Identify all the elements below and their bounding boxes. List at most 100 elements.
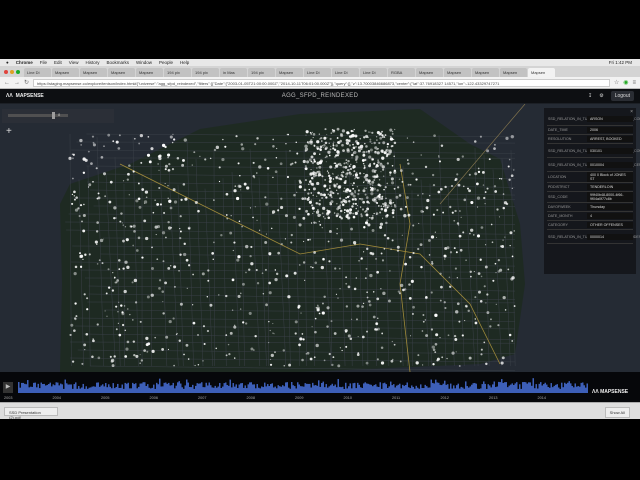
incident-point <box>78 214 81 218</box>
incident-point <box>310 192 313 194</box>
incident-point <box>359 197 361 200</box>
maximize-window-button[interactable] <box>16 70 20 74</box>
browser-tab[interactable]: Line Di <box>360 68 387 77</box>
menu-window[interactable]: Window <box>136 60 152 65</box>
menu-help[interactable]: Help <box>180 60 189 65</box>
browser-tab[interactable]: 194 pix <box>248 68 275 77</box>
incident-point <box>367 223 371 227</box>
incident-point <box>361 335 365 339</box>
menu-history[interactable]: History <box>85 60 99 65</box>
menu-view[interactable]: View <box>69 60 79 65</box>
timeline-bar <box>57 382 59 393</box>
incident-point <box>249 207 252 209</box>
map-canvas[interactable]: 8 + × SSD_RELATION_IN_TURB_PUBLIC_SAFE_W… <box>0 104 640 372</box>
filter-slider-thumb[interactable] <box>52 112 55 119</box>
timeline-bar <box>400 388 402 393</box>
browser-tab[interactable]: Mapsen <box>276 68 303 77</box>
menu-file[interactable]: File <box>40 60 47 65</box>
browser-tab[interactable]: Mapsen <box>528 68 555 77</box>
incident-point <box>371 229 375 232</box>
url-input[interactable]: https://staging.mapsense.co/explore/teni… <box>33 78 610 87</box>
reload-icon[interactable]: ↻ <box>24 79 29 86</box>
browser-tab[interactable]: Mapsen <box>444 68 471 77</box>
incident-point <box>391 132 394 135</box>
close-window-button[interactable] <box>4 70 8 74</box>
incident-point <box>165 236 167 239</box>
star-icon[interactable]: ☆ <box>614 79 619 86</box>
timeline-bar <box>454 388 456 393</box>
timeline-bar <box>535 384 537 393</box>
incident-point <box>316 306 320 310</box>
incident-point <box>480 226 484 229</box>
close-icon[interactable]: × <box>630 109 633 115</box>
incident-point <box>321 197 324 199</box>
timeline-bar <box>22 382 24 393</box>
detail-key: CATEGORY <box>548 223 568 227</box>
menu-icon[interactable]: ≡ <box>632 80 636 86</box>
incident-point <box>389 174 391 176</box>
browser-tab[interactable]: 194 pix <box>192 68 219 77</box>
timeline-bar <box>229 379 231 393</box>
timeline-bar <box>91 386 93 393</box>
browser-tab[interactable]: 194 pix <box>164 68 191 77</box>
incident-point <box>381 156 385 160</box>
timeline-bar <box>396 385 398 393</box>
incident-point <box>174 285 176 288</box>
incident-point <box>165 335 169 339</box>
incident-point <box>283 365 285 367</box>
browser-tab[interactable]: Mapsen <box>108 68 135 77</box>
show-all-downloads-button[interactable]: Show All <box>604 407 630 418</box>
incident-point <box>501 356 505 360</box>
incident-point <box>412 305 415 309</box>
incident-point <box>134 301 138 304</box>
timeline-bar <box>352 383 354 393</box>
menu-chrome[interactable]: Chrome <box>16 60 33 65</box>
menu-people[interactable]: People <box>159 60 173 65</box>
incident-point <box>246 186 250 190</box>
incident-point <box>502 193 505 195</box>
browser-tab[interactable]: in Mas <box>220 68 247 77</box>
menu-edit[interactable]: Edit <box>54 60 62 65</box>
incident-point <box>289 150 291 152</box>
timeline-bar <box>34 382 36 393</box>
browser-tab[interactable]: Mapsen <box>500 68 527 77</box>
browser-tab[interactable]: Mapsen <box>472 68 499 77</box>
incident-point <box>92 143 96 147</box>
forward-icon[interactable]: → <box>14 80 20 86</box>
download-icon[interactable]: ↧ <box>588 93 592 99</box>
timeline-histogram[interactable] <box>18 377 590 393</box>
incident-point <box>431 173 435 177</box>
timeline-bar <box>399 383 401 393</box>
incident-point <box>322 302 324 305</box>
browser-tab[interactable]: Mapsen <box>80 68 107 77</box>
logout-button[interactable]: Logout <box>610 91 634 101</box>
minimize-window-button[interactable] <box>10 70 14 74</box>
browser-tab[interactable]: Mapsen <box>136 68 163 77</box>
zoom-in-button[interactable]: + <box>6 126 12 137</box>
timeline-bar <box>27 380 29 393</box>
browser-tab[interactable]: RGBA <box>388 68 415 77</box>
gear-icon[interactable]: ⚙ <box>599 93 603 99</box>
apple-icon[interactable]: ● <box>6 60 9 65</box>
browser-tab[interactable]: Mapsen <box>416 68 443 77</box>
download-item[interactable]: SSD Presentation (2).pdf <box>4 407 58 419</box>
incident-point <box>293 193 296 197</box>
play-button[interactable]: ▶ <box>3 382 13 393</box>
browser-tab[interactable]: Mapsen <box>52 68 79 77</box>
incident-point <box>305 209 309 213</box>
browser-tab[interactable]: Line Di <box>332 68 359 77</box>
timeline[interactable]: ▶ 2003 2004 2005 2006 2007 2008 2009 2010 2011 20… <box>0 372 640 402</box>
incident-point <box>124 260 128 264</box>
incident-point <box>82 171 86 174</box>
browser-tab[interactable]: Line Di <box>24 68 51 77</box>
incident-point <box>371 131 374 134</box>
filter-control[interactable]: 8 <box>2 109 114 123</box>
incident-point <box>308 183 310 185</box>
extension-icon[interactable]: ◉ <box>623 79 628 86</box>
timeline-bar <box>184 385 186 393</box>
menu-bookmarks[interactable]: Bookmarks <box>106 60 129 65</box>
back-icon[interactable]: ← <box>4 80 10 86</box>
incident-point <box>79 204 83 207</box>
browser-tab[interactable]: Line Di <box>304 68 331 77</box>
timeline-bar <box>432 382 434 393</box>
